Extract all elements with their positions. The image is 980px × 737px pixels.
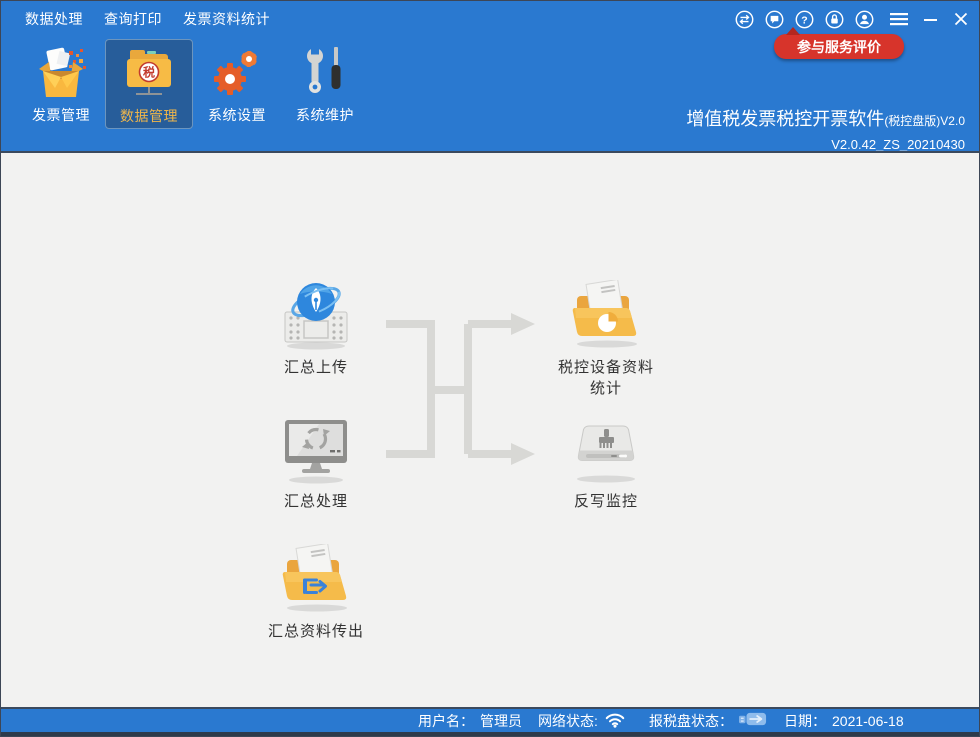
app-title: 增值税发票税控开票软件(税控盘版)V2.0 V2.0.42_ZS_2021043… [686, 105, 965, 152]
node-summary-export[interactable]: 汇总资料传出 [236, 544, 396, 642]
toolbar-item-label: 发票管理 [32, 105, 90, 125]
stats-folder-icon [563, 280, 649, 352]
app-title-edition: (税控盘版)V2.0 [884, 114, 965, 128]
gears-icon [209, 44, 265, 102]
statusbar-username: 用户名： 管理员 [418, 709, 522, 732]
toolbar-item-invoice-management[interactable]: 发票管理 [17, 39, 105, 129]
toolbar-item-system-maintenance[interactable]: 系统维护 [281, 39, 369, 129]
swap-icon[interactable] [734, 9, 755, 30]
menu-query-print[interactable]: 查询打印 [104, 9, 162, 29]
node-summary-upload[interactable]: 汇总上传 [236, 280, 396, 378]
summary-upload-icon [273, 280, 359, 352]
service-rating-badge[interactable]: 参与服务评价 [774, 34, 904, 59]
node-label: 汇总处理 [236, 491, 396, 512]
toolbar-item-label: 系统维护 [296, 105, 354, 125]
statusbar-taxdisk: 报税盘状态： [649, 709, 767, 732]
menu-invoice-stats[interactable]: 发票资料统计 [183, 9, 270, 29]
user-icon[interactable] [854, 9, 875, 30]
lock-icon[interactable] [824, 9, 845, 30]
wrench-screwdriver-icon [297, 44, 353, 102]
app-version: V2.0.42_ZS_20210430 [686, 137, 965, 152]
svg-text:?: ? [801, 14, 807, 26]
window-bottom-edge [1, 732, 979, 736]
statusbar-date: 日期： 2021-06-18 [784, 709, 904, 732]
toolbar-item-label: 系统设置 [208, 105, 266, 125]
node-label: 汇总上传 [236, 357, 396, 378]
menubar: 数据处理 查询打印 发票资料统计 ? [1, 1, 979, 37]
username-label: 用户名： [418, 711, 474, 731]
hamburger-menu-icon[interactable] [889, 11, 909, 27]
wifi-icon [604, 711, 626, 731]
node-tax-device-stats[interactable]: 税控设备资料 统计 [516, 280, 696, 399]
feedback-icon[interactable] [764, 9, 785, 30]
username-value: 管理员 [480, 711, 522, 731]
node-label-line1: 税控设备资料 [516, 357, 696, 378]
window-controls: ? [734, 1, 969, 37]
export-folder-icon [273, 544, 359, 616]
invoice-box-icon [33, 44, 89, 102]
statusbar-network: 网络状态: [538, 709, 626, 732]
taxdisk-label: 报税盘状态： [649, 711, 733, 731]
date-label: 日期： [784, 711, 826, 731]
network-label: 网络状态: [538, 711, 598, 731]
app-title-text: 增值税发票税控开票软件 [686, 109, 884, 129]
node-label-line2: 统计 [516, 378, 696, 399]
close-button[interactable] [953, 11, 969, 27]
node-summary-process[interactable]: 汇总处理 [236, 414, 396, 512]
tax-disk-icon [739, 712, 767, 729]
service-rating-label: 参与服务评价 [797, 37, 881, 57]
toolbar-item-label: 数据管理 [120, 106, 178, 126]
statusbar: 用户名： 管理员 网络状态: 报税盘状态： [1, 707, 979, 732]
menu-data-processing[interactable]: 数据处理 [25, 9, 83, 29]
main-workspace: 汇总上传 税控设备资料 统计 [1, 151, 979, 707]
node-label: 反写监控 [526, 491, 686, 512]
writeback-monitor-icon [563, 414, 649, 486]
toolbar-item-system-settings[interactable]: 系统设置 [193, 39, 281, 129]
toolbar-item-data-management[interactable]: 税 数据管理 [105, 39, 193, 129]
app-window: 数据处理 查询打印 发票资料统计 ? [0, 0, 980, 737]
minimize-button[interactable] [923, 11, 938, 27]
node-writeback-monitor[interactable]: 反写监控 [526, 414, 686, 512]
summary-process-icon [273, 414, 359, 486]
date-value: 2021-06-18 [832, 713, 904, 729]
node-label: 汇总资料传出 [236, 621, 396, 642]
data-folder-icon: 税 [121, 45, 177, 103]
svg-text:税: 税 [143, 65, 155, 80]
